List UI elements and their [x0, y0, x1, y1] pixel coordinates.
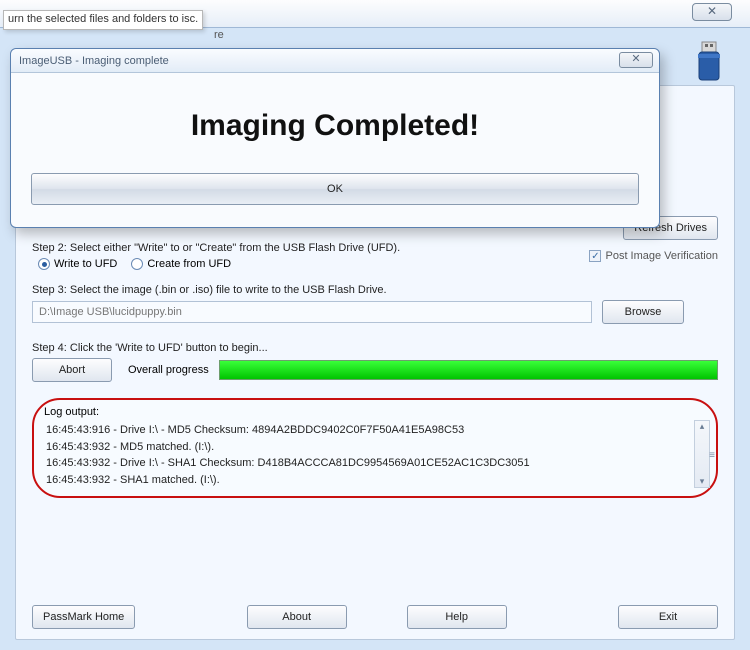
log-output-group: Log output: 16:45:43:916 - Drive I:\ - M…	[32, 398, 718, 498]
exit-button[interactable]: Exit	[618, 605, 718, 629]
write-to-ufd-radio[interactable]: Write to UFD	[38, 258, 117, 270]
write-to-ufd-label: Write to UFD	[54, 258, 117, 270]
log-grip-icon: ≡	[709, 450, 713, 461]
tooltip-tail-text: re	[214, 29, 224, 41]
create-from-ufd-label: Create from UFD	[147, 258, 231, 270]
step4-label: Step 4: Click the 'Write to UFD' button …	[32, 342, 718, 354]
burn-tooltip: urn the selected files and folders to is…	[3, 10, 203, 30]
log-output-label: Log output:	[44, 406, 706, 418]
dialog-heading: Imaging Completed!	[31, 109, 639, 143]
help-button[interactable]: Help	[407, 605, 507, 629]
log-scrollbar[interactable]	[694, 420, 710, 488]
abort-button[interactable]: Abort	[32, 358, 112, 382]
dialog-title: ImageUSB - Imaging complete	[19, 55, 169, 67]
bottom-button-row: PassMark Home About Help Exit	[32, 605, 718, 629]
ok-button[interactable]: OK	[31, 173, 639, 205]
post-image-verification-label: Post Image Verification	[605, 250, 718, 262]
browse-button[interactable]: Browse	[602, 300, 684, 324]
overall-progress-fill	[220, 361, 717, 379]
step3-label: Step 3: Select the image (.bin or .iso) …	[32, 284, 718, 296]
log-line: 16:45:43:916 - Drive I:\ - MD5 Checksum:…	[46, 422, 704, 439]
log-line: 16:45:43:932 - MD5 matched. (I:\).	[46, 439, 704, 456]
create-from-ufd-radio[interactable]: Create from UFD	[131, 258, 231, 270]
dialog-titlebar[interactable]: ImageUSB - Imaging complete ✕	[11, 49, 659, 73]
overall-progress-bar	[219, 360, 718, 380]
image-path-input[interactable]: D:\Image USB\lucidpuppy.bin	[32, 301, 592, 323]
log-line: 16:45:43:932 - Drive I:\ - SHA1 Checksum…	[46, 455, 704, 472]
about-button[interactable]: About	[247, 605, 347, 629]
log-line: 16:45:43:932 - SHA1 matched. (I:\).	[46, 472, 704, 489]
dialog-close-button[interactable]: ✕	[619, 52, 653, 68]
log-output-list: 16:45:43:916 - Drive I:\ - MD5 Checksum:…	[46, 422, 704, 488]
imaging-complete-dialog: ImageUSB - Imaging complete ✕ Imaging Co…	[10, 48, 660, 228]
outer-close-button[interactable]: ✕	[692, 3, 732, 21]
overall-progress-label: Overall progress	[128, 364, 209, 376]
post-image-verification-checkbox[interactable]: Post Image Verification	[589, 250, 718, 262]
usb-drive-icon	[694, 40, 730, 90]
passmark-home-button[interactable]: PassMark Home	[32, 605, 135, 629]
